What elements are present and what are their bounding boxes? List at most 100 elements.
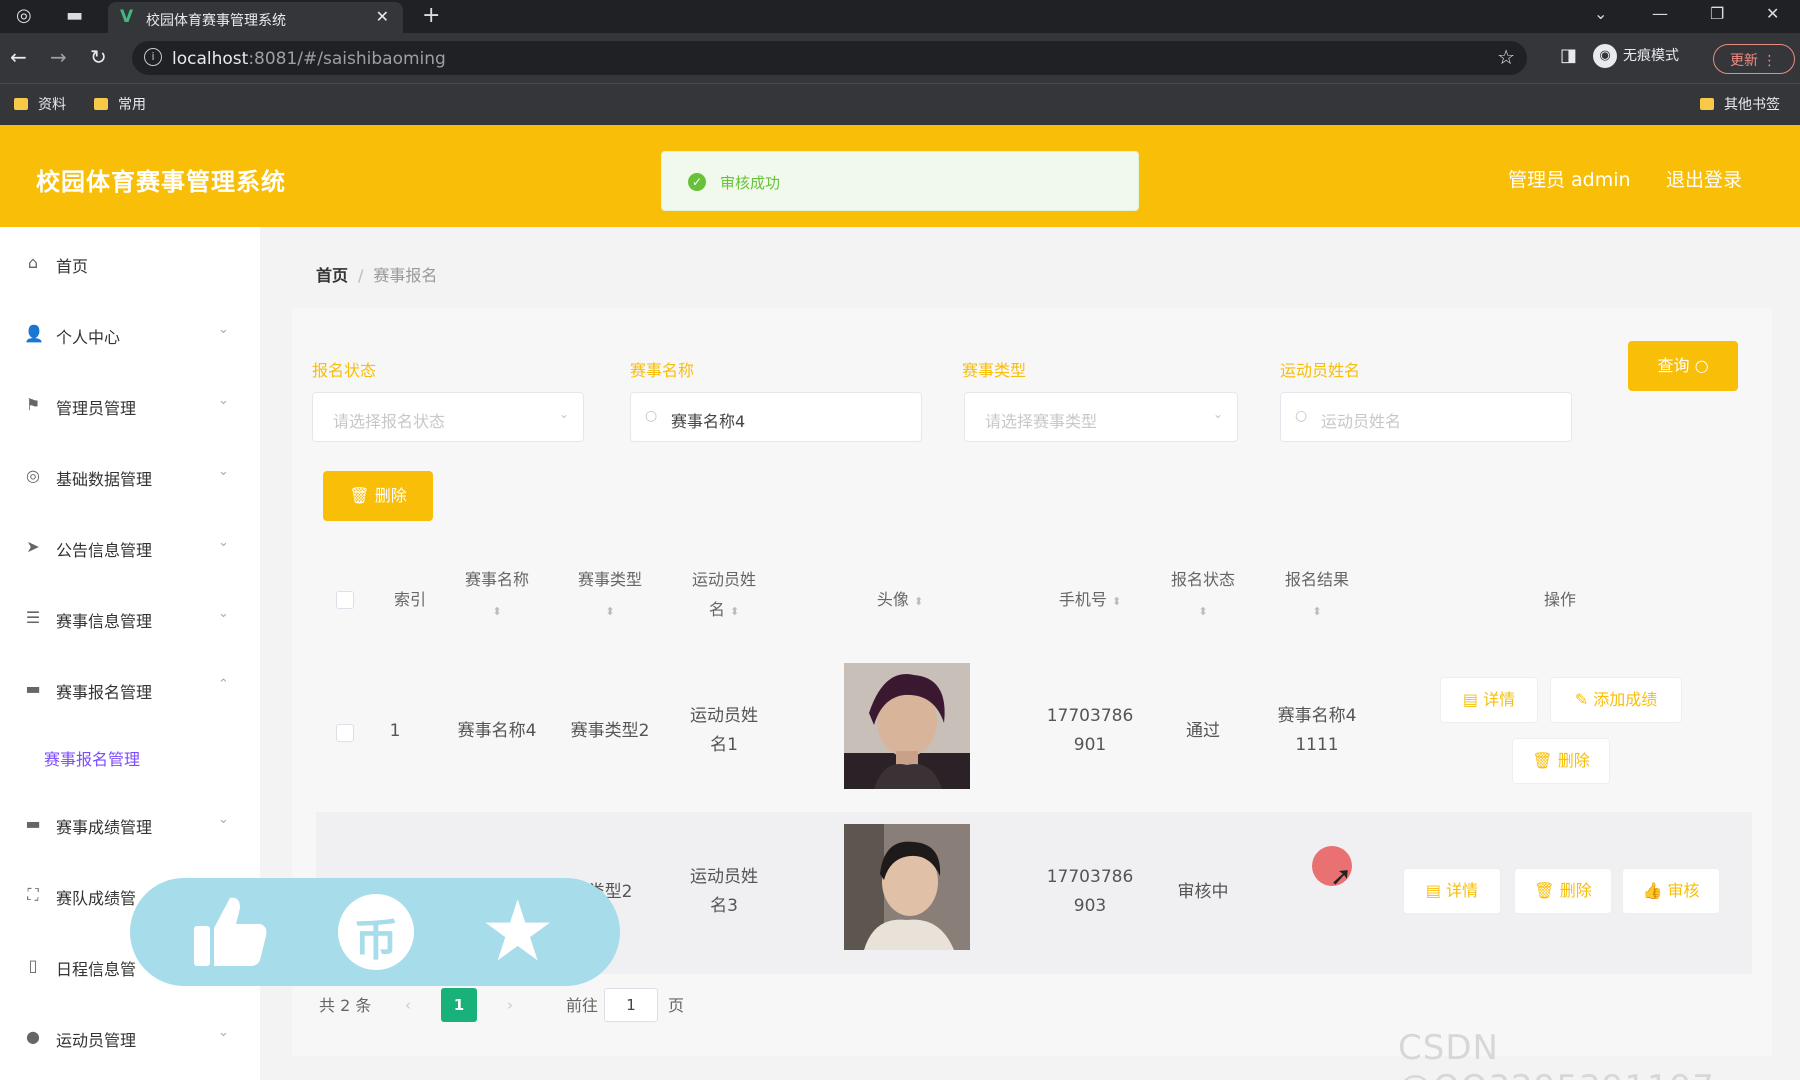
- url-host: localhost: [172, 49, 249, 69]
- column-header-actions: 操作: [1543, 590, 1576, 609]
- logout-link[interactable]: 退出登录: [1666, 165, 1742, 192]
- next-page-icon[interactable]: ›: [492, 988, 528, 1022]
- sort-icon[interactable]: ⬍: [914, 595, 923, 608]
- row-checkbox[interactable]: [336, 724, 354, 742]
- event-type-select[interactable]: 请选择赛事类型 ⌄: [964, 392, 1238, 442]
- athlete-name-placeholder: 运动员姓名: [1321, 412, 1402, 431]
- window-icon[interactable]: ▬: [66, 5, 83, 27]
- breadcrumb-home[interactable]: 首页: [316, 266, 348, 285]
- sidebar-item-basic-data[interactable]: ◎ 基础数据管理 ⌄: [0, 456, 260, 496]
- side-panel-icon[interactable]: ◨: [1560, 45, 1577, 66]
- sidebar-item-event-info[interactable]: ☰ 赛事信息管理 ⌄: [0, 598, 260, 638]
- bulk-delete-button[interactable]: 🗑 删除: [323, 471, 433, 521]
- sidebar-subitem-registration[interactable]: 赛事报名管理: [44, 746, 140, 770]
- like-icon[interactable]: [190, 892, 270, 972]
- favorite-star-icon[interactable]: ★: [480, 886, 555, 976]
- athlete-avatar[interactable]: [844, 824, 970, 950]
- prev-page-icon[interactable]: ‹: [390, 988, 426, 1022]
- sort-icon[interactable]: ⬍: [1312, 605, 1321, 618]
- sort-icon[interactable]: ⬍: [605, 605, 614, 618]
- toast-message: 审核成功: [720, 174, 781, 192]
- detail-button[interactable]: ▤ 详情: [1440, 677, 1538, 723]
- type-select-placeholder: 请选择赛事类型: [985, 412, 1098, 431]
- sidebar-item-scores[interactable]: ▬ 赛事成绩管理 ⌄: [0, 804, 260, 844]
- sidebar-item-admin[interactable]: ⚑ 管理员管理 ⌄: [0, 385, 260, 425]
- column-header-athlete-name[interactable]: 运动员姓名 ⬍: [677, 565, 771, 627]
- page-button-current[interactable]: 1: [441, 988, 477, 1022]
- url-path: :8081/#/saishibaoming: [248, 49, 446, 69]
- minimize-icon[interactable]: —: [1652, 4, 1668, 23]
- trash-icon: 🗑: [349, 486, 370, 505]
- restore-icon[interactable]: ❐: [1710, 4, 1724, 23]
- athlete-avatar[interactable]: [844, 663, 970, 789]
- current-user: 管理员 admin: [1508, 169, 1631, 191]
- sort-icon[interactable]: ⬍: [1112, 595, 1121, 608]
- tab-close-icon[interactable]: ✕: [376, 7, 389, 26]
- vue-logo-icon: V: [120, 7, 134, 27]
- cell-event-type: 赛事类型2: [570, 721, 650, 741]
- cell-text: 赛事名称4: [1277, 706, 1357, 726]
- browser-tab[interactable]: V 校园体育赛事管理系统 ✕: [108, 2, 403, 33]
- chevron-down-icon: ⌄: [218, 606, 229, 621]
- back-icon[interactable]: ←: [10, 45, 27, 69]
- bookmark-folder-2[interactable]: 常用: [94, 94, 146, 114]
- column-header-avatar[interactable]: 头像 ⬍: [840, 585, 960, 617]
- browser-menu-icon[interactable]: ◎: [16, 5, 32, 27]
- coin-glyph: 币: [354, 915, 398, 966]
- column-header-event-type[interactable]: 赛事类型 ⬍: [563, 565, 657, 627]
- mouse-cursor-icon: ➚: [1330, 862, 1352, 892]
- column-header-result[interactable]: 报名结果 ⬍: [1270, 565, 1364, 627]
- sort-icon[interactable]: ⬍: [730, 605, 739, 618]
- sidebar-item-profile[interactable]: 👤 个人中心 ⌄: [0, 314, 260, 354]
- event-name-input[interactable]: ○ 赛事名称4: [630, 392, 922, 442]
- cell-athlete-name: 运动员姓 名3: [677, 863, 771, 921]
- update-button[interactable]: 更新 ⋮: [1713, 44, 1795, 74]
- sort-icon[interactable]: ⬍: [1198, 605, 1207, 618]
- reload-icon[interactable]: ↻: [90, 45, 107, 69]
- site-info-icon[interactable]: i: [144, 48, 162, 66]
- bookmark-folder-1[interactable]: 资料: [14, 94, 66, 114]
- other-bookmarks[interactable]: 其他书签: [1700, 94, 1780, 114]
- url-field[interactable]: i localhost:8081/#/saishibaoming ☆: [132, 41, 1527, 75]
- athlete-name-input[interactable]: ○ 运动员姓名: [1280, 392, 1572, 442]
- review-button[interactable]: 👍 审核: [1622, 868, 1720, 914]
- detail-label: 详情: [1483, 690, 1516, 709]
- folder-icon: [1700, 98, 1714, 110]
- delete-button[interactable]: 🗑 删除: [1512, 738, 1610, 784]
- column-header-event-name[interactable]: 赛事名称 ⬍: [450, 565, 544, 627]
- cell-result: 赛事名称4 1111: [1265, 702, 1369, 760]
- sidebar-item-registration[interactable]: ▬ 赛事报名管理 ⌃: [0, 669, 260, 709]
- sidebar-item-home[interactable]: ⌂ 首页: [0, 243, 260, 283]
- cell-text: 17703786: [1046, 867, 1134, 887]
- new-tab-icon[interactable]: +: [422, 3, 440, 28]
- sidebar-item-label: 赛事成绩管理: [56, 818, 153, 837]
- tab-search-icon[interactable]: ⌄: [1594, 4, 1607, 23]
- sort-icon[interactable]: ⬍: [492, 605, 501, 618]
- column-header-label: 名: [708, 600, 725, 619]
- select-all-checkbox[interactable]: [336, 591, 354, 609]
- fullscreen-icon: ⛶: [27, 885, 39, 904]
- bookmark-star-icon[interactable]: ☆: [1497, 45, 1515, 69]
- cell-text: 901: [1073, 735, 1107, 755]
- column-header-label: 运动员姓: [691, 570, 756, 589]
- column-header-status[interactable]: 报名状态 ⬍: [1156, 565, 1250, 627]
- delete-button[interactable]: 🗑 删除: [1514, 868, 1612, 914]
- sidebar-item-notice[interactable]: ➤ 公告信息管理 ⌄: [0, 527, 260, 567]
- search-button[interactable]: 查询 ○: [1628, 341, 1738, 391]
- coin-icon[interactable]: 币: [338, 894, 414, 970]
- add-score-button[interactable]: ✎ 添加成绩: [1550, 677, 1682, 723]
- incognito-indicator[interactable]: ◉ 无痕模式: [1593, 44, 1679, 68]
- cell-status: 审核中: [1177, 882, 1229, 902]
- cell-text: 17703786: [1046, 706, 1134, 726]
- forward-icon[interactable]: →: [50, 45, 67, 69]
- close-window-icon[interactable]: ✕: [1766, 4, 1779, 23]
- page-jump-input[interactable]: 1: [604, 988, 658, 1022]
- phone-icon: ▯: [28, 956, 38, 975]
- bookmarks-bar: 资料 常用 其他书签: [0, 83, 1800, 125]
- bookmark-label: 常用: [118, 97, 146, 113]
- column-header-phone[interactable]: 手机号 ⬍: [1030, 585, 1150, 617]
- detail-button[interactable]: ▤ 详情: [1403, 868, 1501, 914]
- sidebar-item-athletes[interactable]: ● 运动员管理 ⌄: [0, 1017, 260, 1057]
- bulk-delete-label: 删除: [374, 486, 407, 505]
- status-select[interactable]: 请选择报名状态 ⌄: [312, 392, 584, 442]
